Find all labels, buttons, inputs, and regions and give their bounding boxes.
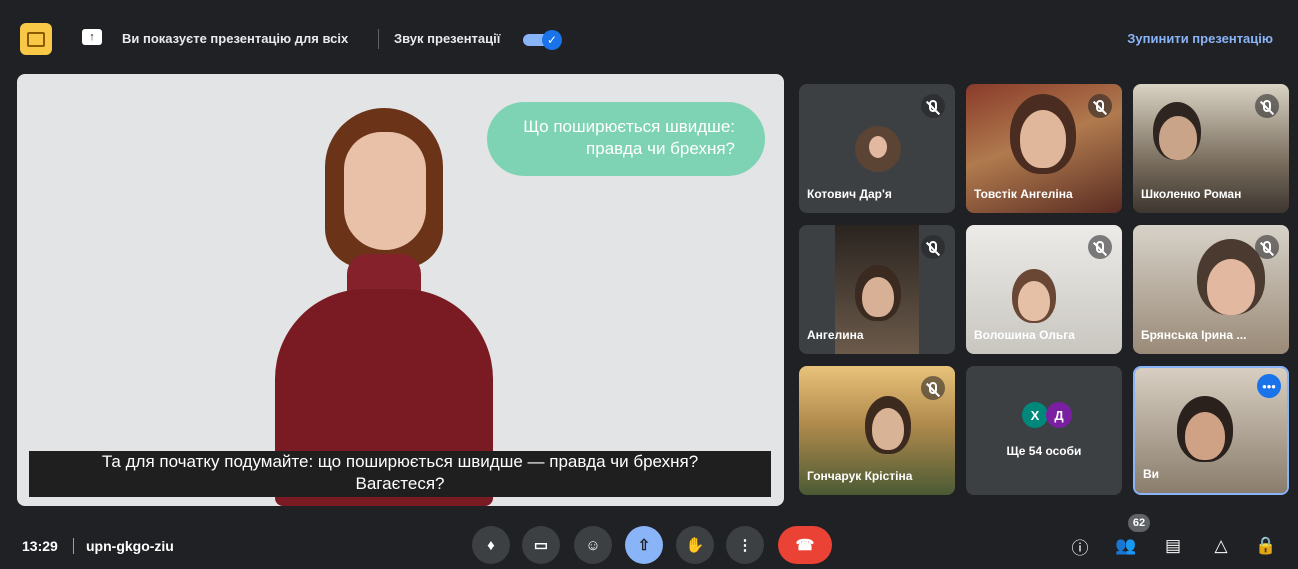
meeting-code: upn-gkgo-ziu xyxy=(86,538,174,554)
participant-name: Брянська Ірина ... xyxy=(1141,328,1247,342)
participant-name: Ангелина xyxy=(807,328,864,342)
top-bar-divider xyxy=(378,29,379,49)
present-screen-icon: ↑ xyxy=(82,29,102,45)
camera-icon: ▭ xyxy=(533,537,549,554)
presentation-audio-toggle[interactable]: ✓ xyxy=(523,30,562,50)
participant-initial-chip: Х xyxy=(1022,402,1048,428)
mic-off-icon xyxy=(1255,235,1279,259)
more-options-icon: ⋮ xyxy=(737,537,753,554)
stop-presenting-button[interactable]: Зупинити презентацію xyxy=(1127,31,1273,46)
activities-icon[interactable]: △ xyxy=(1209,534,1233,558)
question-bubble: Що поширюється швидше: правда чи брехня? xyxy=(487,102,765,176)
participant-count-badge: 62 xyxy=(1128,514,1150,532)
check-icon: ✓ xyxy=(542,30,562,50)
meeting-controls-bar: 13:29 upn-gkgo-ziu ♦ ▭ ☺ ⇧ ✋ ⋮ ☎ ⓘ 62 👥 … xyxy=(0,514,1298,569)
mic-off-icon xyxy=(921,94,945,118)
participant-initial-chip: Д xyxy=(1046,402,1072,428)
bottom-bar-divider xyxy=(73,538,74,554)
presentation-indicator-icon xyxy=(20,23,52,55)
caption-line-1: Та для початку подумайте: що поширюється… xyxy=(101,452,699,471)
participant-tile[interactable]: Гончарук Крістіна xyxy=(799,366,955,495)
participant-tile[interactable]: Ангелина xyxy=(799,225,955,354)
presentation-audio-label: Звук презентації xyxy=(394,31,501,46)
presentation-top-bar: ↑ Ви показуєте презентацію для всіх Звук… xyxy=(0,20,1298,60)
mic-off-icon xyxy=(1088,94,1112,118)
end-call-button[interactable]: ☎ xyxy=(778,526,832,564)
presenter-face xyxy=(344,132,426,250)
self-name: Ви xyxy=(1143,467,1160,481)
more-options-button[interactable]: ⋮ xyxy=(726,526,764,564)
caption-line-2: Вагаєтеся? xyxy=(355,474,445,493)
host-controls-icon[interactable]: 🔒 xyxy=(1254,534,1278,558)
emoji-icon: ☺ xyxy=(585,536,601,554)
mic-off-icon xyxy=(1255,94,1279,118)
participant-tile[interactable]: Товстік Ангеліна xyxy=(966,84,1122,213)
end-call-icon: ☎ xyxy=(795,537,815,554)
bubble-line-2: правда чи брехня? xyxy=(586,139,735,158)
info-icon[interactable]: ⓘ xyxy=(1068,534,1092,558)
more-participants-label: Ще 54 особи xyxy=(1006,444,1082,458)
avatar xyxy=(855,126,901,172)
chat-icon[interactable]: ▤ xyxy=(1161,534,1185,558)
meeting-time: 13:29 xyxy=(22,538,58,554)
presentation-video: Що поширюється швидше: правда чи брехня?… xyxy=(17,74,784,506)
mic-off-icon xyxy=(921,376,945,400)
more-participants-tile[interactable]: Х Д Ще 54 особи xyxy=(966,366,1122,495)
participant-name: Товстік Ангеліна xyxy=(974,187,1073,201)
participant-name: Волошина Ольга xyxy=(974,328,1075,342)
emoji-button[interactable]: ☺ xyxy=(574,526,612,564)
presenting-status-text: Ви показуєте презентацію для всіх xyxy=(122,31,349,46)
participant-name: Школенко Роман xyxy=(1141,187,1242,201)
raise-hand-icon: ✋ xyxy=(685,537,705,554)
present-screen-icon: ⇧ xyxy=(637,537,651,554)
people-icon[interactable]: 👥 xyxy=(1114,534,1138,558)
bubble-line-1: Що поширюється швидше: xyxy=(523,117,735,136)
camera-button[interactable]: ▭ xyxy=(522,526,560,564)
participant-name: Гончарук Крістіна xyxy=(807,469,913,483)
microphone-button[interactable]: ♦ xyxy=(472,526,510,564)
mic-off-icon xyxy=(1088,235,1112,259)
participant-tile[interactable]: Брянська Ірина ... xyxy=(1133,225,1289,354)
more-options-icon[interactable]: ••• xyxy=(1257,374,1281,398)
present-button[interactable]: ⇧ xyxy=(625,526,663,564)
participant-tile[interactable]: Котович Дар'я xyxy=(799,84,955,213)
self-tile[interactable]: ••• Ви xyxy=(1133,366,1289,495)
participant-name: Котович Дар'я xyxy=(807,187,892,201)
participant-tile[interactable]: Школенко Роман xyxy=(1133,84,1289,213)
mic-off-icon xyxy=(921,235,945,259)
captions-box: Та для початку подумайте: що поширюється… xyxy=(29,451,771,497)
participant-tile[interactable]: Волошина Ольга xyxy=(966,225,1122,354)
raise-hand-button[interactable]: ✋ xyxy=(676,526,714,564)
microphone-icon: ♦ xyxy=(487,536,495,554)
